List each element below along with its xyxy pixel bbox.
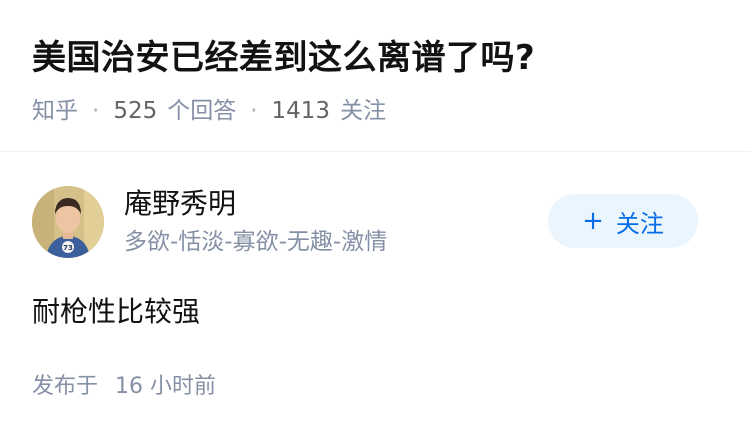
follow-button-label: 关注 [615, 209, 664, 238]
answer-timestamp: 发布于 16 小时前 [32, 372, 216, 402]
question-title[interactable]: 美国治安已经差到这么离谱了吗? [32, 34, 722, 82]
followers-count: 1413 [271, 98, 331, 124]
user-avatar-photo-icon: 73 [32, 186, 104, 258]
avatar[interactable]: 73 [32, 186, 104, 258]
plus-icon: + [582, 206, 604, 236]
question-header: 美国治安已经差到这么离谱了吗? 知乎 · 525 个回答 · 1413 关注 [32, 34, 722, 126]
time-value: 16 小时前 [115, 374, 217, 399]
author-bio: 多欲-恬淡-寡欲-无趣-激情 [124, 229, 388, 255]
follow-button[interactable]: + 关注 [548, 194, 698, 248]
answer-content[interactable]: 耐枪性比较强 [32, 292, 200, 332]
time-label: 发布于 [32, 374, 99, 399]
author-name[interactable]: 庵野秀明 [124, 186, 236, 222]
answers-label[interactable]: 个回答 [167, 96, 236, 126]
meta-separator: · [92, 98, 100, 124]
answer-author: 73 庵野秀明 多欲-恬淡-寡欲-无趣-激情 + 关注 [32, 186, 722, 258]
question-meta: 知乎 · 525 个回答 · 1413 关注 [32, 96, 722, 126]
meta-separator: · [250, 98, 258, 124]
svg-text:73: 73 [63, 244, 73, 252]
followers-label: 关注 [340, 98, 387, 124]
section-divider [0, 151, 750, 152]
answers-count[interactable]: 525 [113, 96, 157, 126]
source-label[interactable]: 知乎 [32, 96, 78, 126]
